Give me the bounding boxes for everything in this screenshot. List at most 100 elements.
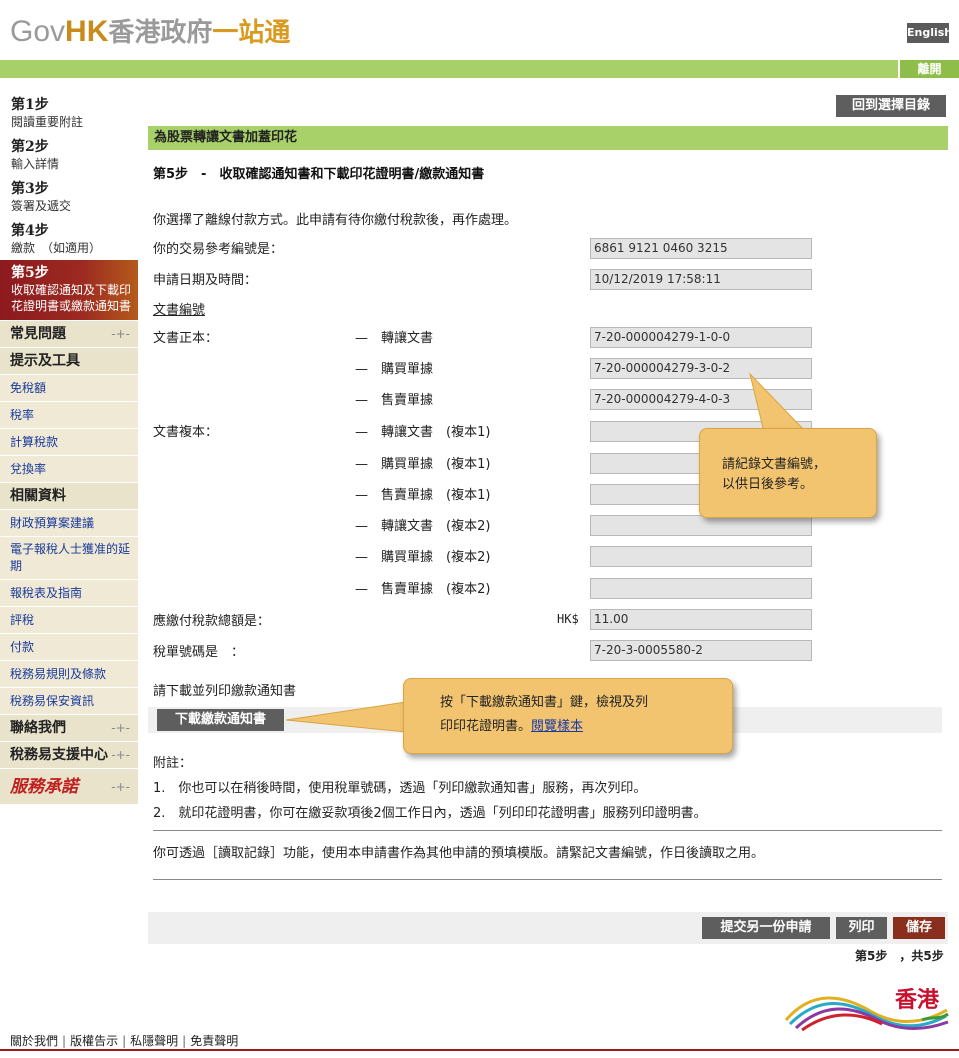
sidebar-link-tax-rates[interactable]: 稅率 xyxy=(0,401,138,428)
callout-line: 印印花證明書。閱覽樣本 xyxy=(440,715,732,739)
sidebar-faq-label: 常見問題 xyxy=(10,326,66,342)
sidebar-link-payment[interactable]: 付款 xyxy=(0,633,138,660)
divider xyxy=(153,830,942,831)
expand-icon: -+- xyxy=(111,748,130,762)
footer: 關於我們 | 版權告示 | 私隱聲明 | 免責聲明 xyxy=(0,1028,959,1058)
logo-hk: HK xyxy=(65,15,109,48)
doc-no-heading: 文書編號 xyxy=(153,303,206,318)
sidebar-link-assessment[interactable]: 評稅 xyxy=(0,606,138,633)
download-callout: 按「下載繳款通知書」鍵，檢視及列 印印花證明書。閱覽樣本 xyxy=(403,678,733,754)
datetime-label: 申請日期及時間： xyxy=(153,273,258,288)
sidebar-link-terms[interactable]: 稅務易規則及條款 xyxy=(0,660,138,687)
footer-link-about[interactable]: 關於我們 xyxy=(10,1034,58,1048)
copy-item-label: — 轉讓文書 (複本1) xyxy=(355,425,491,440)
separator: | xyxy=(122,1034,127,1048)
step-title: 第4步 xyxy=(11,223,49,239)
copy-item-field xyxy=(590,546,812,567)
step-title: 第5步 xyxy=(11,265,49,281)
sidebar-support-label: 稅務易支援中心 xyxy=(10,747,108,763)
sidebar-step-3: 第3步 簽署及遞交 xyxy=(0,176,138,218)
step-desc: 繳款 （如適用） xyxy=(11,241,102,255)
note-2: 2. 就印花證明書，你可在繳妥款項後2個工作日內，透過「列印印花證明書」服務列印… xyxy=(153,806,707,821)
notes-title: 附註： xyxy=(153,756,193,771)
intro-text: 你選擇了離線付款方式。此申請有待你繳付稅款後，再作處理。 xyxy=(153,213,518,228)
sidebar-link-budget[interactable]: 財政預算案建議 xyxy=(0,509,138,536)
download-notice-button[interactable]: 下載繳款通知書 xyxy=(157,709,284,731)
sidebar-step-1: 第1步 閱讀重要附註 xyxy=(0,92,138,134)
footer-link-privacy[interactable]: 私隱聲明 xyxy=(130,1034,178,1048)
separator: | xyxy=(182,1034,187,1048)
step-heading: 第5步 - 收取確認通知書和下載印花證明書/繳款通知書 xyxy=(153,167,485,182)
step-desc: 閱讀重要附註 xyxy=(11,115,84,129)
sidebar-support[interactable]: 稅務易支援中心 -+- xyxy=(0,741,138,768)
copy-item-field xyxy=(590,515,812,536)
footer-links: 關於我們 | 版權告示 | 私隱聲明 | 免責聲明 xyxy=(10,1032,238,1049)
callout-text: 印印花證明書。 xyxy=(440,719,532,734)
sidebar-related-label: 相關資料 xyxy=(10,488,66,504)
step-title: 第1步 xyxy=(11,97,49,113)
print-button[interactable]: 列印 xyxy=(836,917,887,939)
sidebar-link-extension[interactable]: 電子報稅人士獲准的延期 xyxy=(0,536,138,579)
govhk-logo[interactable]: GovHK香港政府一站通 xyxy=(10,14,290,51)
sidebar-link-tax-calculator[interactable]: 計算稅款 xyxy=(0,428,138,455)
sidebar-link-security[interactable]: 稅務易保安資訊 xyxy=(0,687,138,714)
sidebar-contact-label: 聯絡我們 xyxy=(10,720,66,736)
logo-gov: Gov xyxy=(10,15,66,48)
sidebar-contact[interactable]: 聯絡我們 -+- xyxy=(0,714,138,741)
divider xyxy=(153,879,942,880)
sidebar-link-exchange-rates[interactable]: 兌換率 xyxy=(0,455,138,482)
sidebar-related-heading: 相關資料 xyxy=(0,482,138,509)
service-pledge-label: 服務承諾 xyxy=(10,777,78,797)
copy-item-label: — 購買單據 (複本1) xyxy=(355,457,491,472)
sidebar-service-pledge[interactable]: 服務承諾 -+- xyxy=(0,768,138,804)
sidebar-step-4: 第4步 繳款 （如適用） xyxy=(0,218,138,260)
brand-text: 香港 xyxy=(895,988,940,1013)
total-field: 11.00 xyxy=(590,609,812,630)
callout-line: 以供日後參考。 xyxy=(722,477,814,492)
sidebar-link-allowances[interactable]: 免稅額 xyxy=(0,374,138,401)
top-green-bar xyxy=(0,60,959,78)
copy-label: 文書複本： xyxy=(153,425,219,440)
original-bought-label: — 購買單據 xyxy=(355,362,434,377)
sidebar: 第1步 閱讀重要附註 第2步 輸入詳情 第3步 簽署及遞交 第4步 繳款 （如適… xyxy=(0,92,138,804)
original-label: 文書正本： xyxy=(153,331,219,346)
sidebar-link-returns-guides[interactable]: 報稅表及指南 xyxy=(0,579,138,606)
ref-label: 你的交易參考編號是： xyxy=(153,242,284,257)
submit-another-button[interactable]: 提交另一份申請 xyxy=(702,917,830,939)
sidebar-step-5-active: 第5步 收取確認通知及下載印花證明書或繳款通知書 xyxy=(0,260,138,320)
callout-line: 請紀錄文書編號， xyxy=(722,457,827,472)
save-button[interactable]: 儲存 xyxy=(893,917,945,939)
original-sold-label: — 售賣單據 xyxy=(355,393,434,408)
copy-item-field xyxy=(590,578,812,599)
read-record-text: 你可透過［讀取記錄］功能，使用本申請書作為其他申請的預填模版。請緊記文書編號，作… xyxy=(153,846,765,861)
doc-number-callout: 請紀錄文書編號， 以供日後參考。 xyxy=(699,428,877,518)
logo-zh-government: 香港政府 xyxy=(108,18,213,48)
original-transfer-field: 7-20-000004279-1-0-0 xyxy=(590,327,812,348)
english-button[interactable]: English xyxy=(907,23,952,43)
footer-link-disclaimer[interactable]: 免責聲明 xyxy=(190,1034,238,1048)
step-desc: 輸入詳情 xyxy=(11,157,60,171)
sidebar-faq[interactable]: 常見問題 -+- xyxy=(0,320,138,347)
back-to-menu-button[interactable]: 回到選擇目錄 xyxy=(836,95,946,117)
logout-button[interactable]: 離開 xyxy=(898,60,959,78)
copy-item-label: — 售賣單據 (複本1) xyxy=(355,488,491,503)
expand-icon: -+- xyxy=(111,327,130,341)
expand-icon: -+- xyxy=(111,721,130,735)
download-prompt: 請下載並列印繳款通知書 xyxy=(153,684,297,699)
callout-line: 按「下載繳款通知書」鍵，檢視及列 xyxy=(440,695,649,710)
footer-link-copyright[interactable]: 版權告示 xyxy=(70,1034,118,1048)
logo-zh-onestop: 一站通 xyxy=(212,18,291,48)
copy-item-label: — 售賣單據 (複本2) xyxy=(355,582,491,597)
header: GovHK香港政府一站通 English xyxy=(0,0,959,60)
step-desc: 收取確認通知及下載印花證明書或繳款通知書 xyxy=(11,283,132,313)
separator: | xyxy=(62,1034,67,1048)
callout-tail xyxy=(285,701,407,733)
side-menu: 常見問題 -+- 提示及工具 免稅額 稅率 計算稅款 兌換率 相關資料 財政預算… xyxy=(0,320,138,804)
datetime-field: 10/12/2019 17:58:11 xyxy=(590,269,812,290)
section-title-bar: 為股票轉讓文書加蓋印花 xyxy=(148,126,948,150)
note-1: 1. 你也可以在稍後時間，使用稅單號碼，透過「列印繳款通知書」服務，再次列印。 xyxy=(153,781,647,796)
step-title: 第3步 xyxy=(11,181,49,197)
bill-label: 稅單號碼是 ： xyxy=(153,645,245,660)
sidebar-tips-heading: 提示及工具 xyxy=(0,347,138,374)
view-sample-link[interactable]: 閱覽樣本 xyxy=(531,719,583,734)
